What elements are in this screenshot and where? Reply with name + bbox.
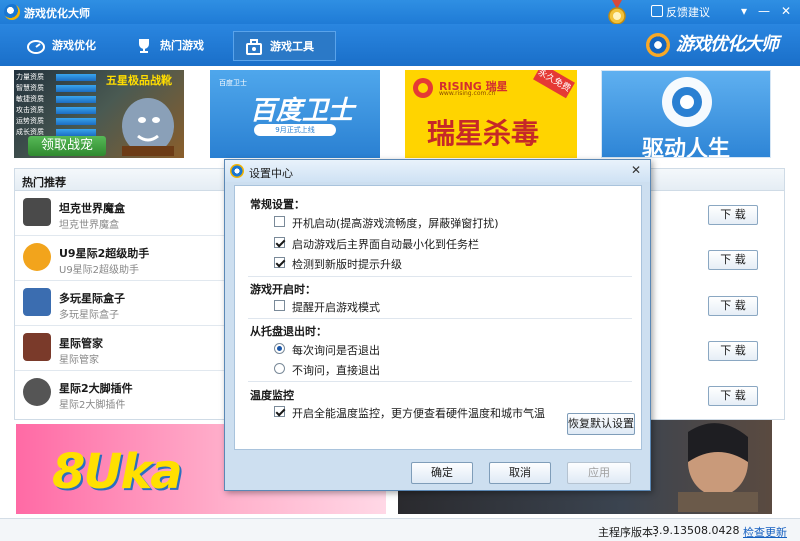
download-button[interactable]: 下 载 bbox=[708, 205, 758, 225]
opt-exit-directly[interactable]: 不询问，直接退出 bbox=[274, 362, 380, 378]
banner-subtitle: 9月正式上线 bbox=[254, 124, 336, 136]
feedback-icon[interactable] bbox=[651, 5, 663, 17]
checkbox[interactable] bbox=[274, 237, 285, 248]
tab-label: 游戏优化 bbox=[52, 39, 96, 52]
download-button[interactable]: 下 载 bbox=[708, 250, 758, 270]
download-button[interactable]: 下 载 bbox=[708, 386, 758, 406]
window-title: 游戏优化大师 bbox=[24, 7, 90, 20]
ok-button[interactable]: 确定 bbox=[411, 462, 473, 484]
stat-row: 智慧资质 bbox=[16, 83, 112, 94]
gear-icon bbox=[662, 77, 712, 127]
radio-button[interactable] bbox=[274, 363, 285, 374]
tab-label: 热门游戏 bbox=[160, 39, 204, 52]
recommend-title: 热门推荐 bbox=[22, 176, 66, 189]
item-name: U9星际2超级助手 bbox=[59, 247, 150, 260]
apply-button[interactable]: 应用 bbox=[567, 462, 631, 484]
banner-war-pet[interactable]: 力量资质 智慧资质 敏捷资质 攻击资质 运势资质 成长资质 五星极品战靴 领取战… bbox=[14, 70, 184, 158]
free-ribbon: 永久免费 bbox=[533, 70, 575, 99]
check-update-link[interactable]: 检查更新 bbox=[743, 524, 787, 540]
radio-button[interactable] bbox=[274, 343, 285, 354]
download-button[interactable]: 下 载 bbox=[708, 296, 758, 316]
item-name: 星际2大脚插件 bbox=[59, 382, 133, 395]
section-general: 常规设置： bbox=[250, 198, 305, 211]
section-game-start: 游戏开启时： bbox=[250, 283, 316, 296]
divider bbox=[248, 276, 632, 277]
restore-defaults-button[interactable]: 恢复默认设置 bbox=[567, 413, 635, 435]
lion-logo-icon bbox=[413, 78, 433, 98]
banner-title: 驱动人生 bbox=[642, 137, 731, 158]
divider bbox=[248, 381, 632, 382]
close-button[interactable]: ✕ bbox=[776, 2, 796, 20]
cancel-button[interactable]: 取消 bbox=[489, 462, 551, 484]
list-item[interactable]: 星际管家 星际管家 bbox=[15, 327, 225, 371]
banner-title: 8Uka bbox=[52, 444, 183, 500]
banner-logo-text: 百度卫士 bbox=[219, 79, 247, 87]
speedometer-icon bbox=[27, 40, 45, 54]
tab-game-tools[interactable]: 游戏工具 bbox=[233, 31, 336, 61]
list-item[interactable]: 坦克世界魔盒 坦克世界魔盒 bbox=[15, 192, 225, 236]
thumbs-up-icon bbox=[23, 243, 51, 271]
download-button[interactable]: 下 载 bbox=[708, 341, 758, 361]
item-subtitle: U9星际2超级助手 bbox=[59, 265, 140, 276]
stat-row: 攻击资质 bbox=[16, 105, 112, 116]
item-subtitle: 星际2大脚插件 bbox=[59, 400, 126, 411]
claim-pet-button[interactable]: 领取战宠 bbox=[28, 136, 106, 156]
minimize-button[interactable]: — bbox=[754, 2, 774, 20]
item-name: 坦克世界魔盒 bbox=[59, 202, 125, 215]
item-subtitle: 坦克世界魔盒 bbox=[59, 220, 119, 231]
wolf-character-image bbox=[122, 98, 174, 156]
banner-baidu-guard[interactable]: 百度卫士 百度卫士 9月正式上线 bbox=[210, 70, 380, 158]
version-value: 3.9.13508.0428 bbox=[652, 524, 740, 537]
opt-temperature-monitor[interactable]: 开启全能温度监控，更方便查看硬件温度和城市气温 bbox=[274, 405, 545, 421]
dialog-close-button[interactable]: ✕ bbox=[626, 161, 646, 179]
starcraft-icon bbox=[23, 288, 51, 316]
item-name: 多玩星际盒子 bbox=[59, 292, 125, 305]
banner-driver-life[interactable]: 驱动人生 bbox=[601, 70, 771, 158]
warrior-image bbox=[678, 423, 758, 512]
divider bbox=[248, 318, 632, 319]
dialog-app-icon bbox=[230, 164, 244, 178]
item-name: 星际管家 bbox=[59, 337, 103, 350]
tab-hot-games[interactable]: 热门游戏 bbox=[124, 31, 224, 61]
checkbox[interactable] bbox=[274, 406, 285, 417]
banner-rising-antivirus[interactable]: RISING 瑞星 www.rising.com.cn 永久免费 瑞星杀毒 bbox=[405, 70, 577, 158]
list-item[interactable]: 星际2大脚插件 星际2大脚插件 bbox=[15, 372, 225, 416]
stat-row: 敏捷资质 bbox=[16, 94, 112, 105]
tab-label: 游戏工具 bbox=[270, 40, 314, 53]
section-temperature: 温度监控 bbox=[250, 389, 294, 402]
item-subtitle: 星际管家 bbox=[59, 355, 99, 366]
toolbox-icon bbox=[246, 39, 262, 55]
checkbox[interactable] bbox=[274, 300, 285, 311]
tank-icon bbox=[23, 198, 51, 226]
medal-icon[interactable] bbox=[606, 0, 628, 26]
opt-minimize-on-launch[interactable]: 启动游戏后主界面自动最小化到任务栏 bbox=[274, 236, 479, 252]
list-item[interactable]: U9星际2超级助手 U9星际2超级助手 bbox=[15, 237, 225, 281]
stat-row: 运势资质 bbox=[16, 116, 112, 127]
opt-update-prompt[interactable]: 检测到新版时提示升级 bbox=[274, 256, 402, 272]
stat-row: 力量资质 bbox=[16, 72, 112, 83]
menu-button[interactable]: ▾ bbox=[734, 2, 754, 20]
opt-game-mode-reminder[interactable]: 提醒开启游戏模式 bbox=[274, 299, 380, 315]
brand-url: www.rising.com.cn bbox=[439, 90, 496, 97]
feedback-link[interactable]: 反馈建议 bbox=[666, 4, 710, 20]
trophy-icon bbox=[139, 39, 149, 53]
paw-icon bbox=[23, 378, 51, 406]
zerg-icon bbox=[23, 333, 51, 361]
item-subtitle: 多玩星际盒子 bbox=[59, 310, 119, 321]
section-tray-exit: 从托盘退出时： bbox=[250, 325, 327, 338]
tab-game-optimize[interactable]: 游戏优化 bbox=[16, 31, 114, 61]
list-item[interactable]: 多玩星际盒子 多玩星际盒子 bbox=[15, 282, 225, 326]
banner-title: 百度卫士 bbox=[250, 96, 355, 126]
checkbox[interactable] bbox=[274, 216, 285, 227]
brand-name: 游戏优化大师 bbox=[676, 34, 779, 55]
banner-title: 瑞星杀毒 bbox=[427, 117, 540, 150]
dialog-title: 设置中心 bbox=[249, 167, 293, 180]
app-logo-icon bbox=[4, 4, 20, 20]
opt-ask-on-exit[interactable]: 每次询问是否退出 bbox=[274, 342, 380, 358]
opt-autostart[interactable]: 开机启动(提高游戏流畅度，屏蔽弹窗打扰) bbox=[274, 215, 499, 231]
checkbox[interactable] bbox=[274, 257, 285, 268]
